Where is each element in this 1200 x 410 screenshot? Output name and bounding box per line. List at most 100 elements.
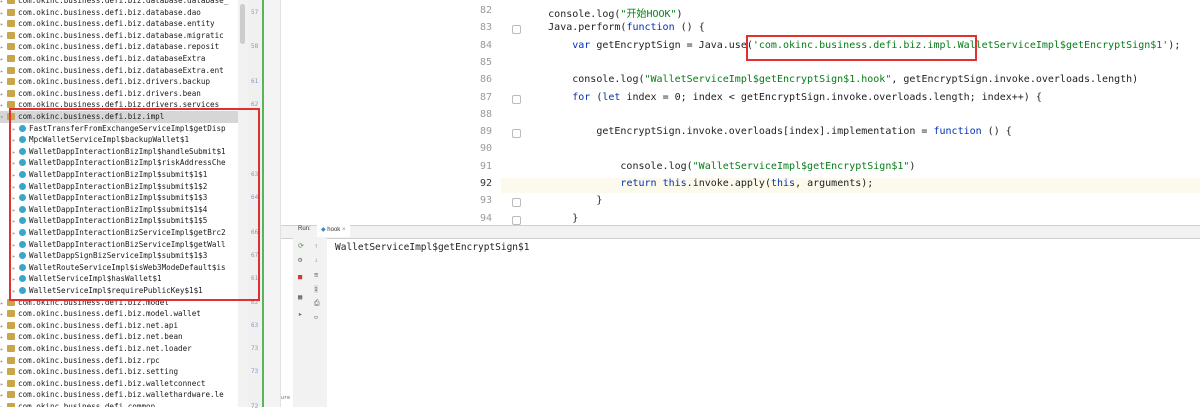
tree-highlight-box	[9, 108, 260, 301]
package-icon	[7, 333, 15, 341]
side-line-number: 73	[251, 345, 259, 352]
tree-package-item[interactable]: ▸ com.okinc.business.defi.biz.database.da…	[0, 0, 228, 7]
pin-icon[interactable]: ➤	[298, 311, 302, 319]
tree-item-label: com.okinc.business.defi.common	[18, 402, 156, 407]
package-icon	[7, 368, 15, 376]
package-icon	[7, 20, 15, 28]
tree-package-item[interactable]: ▸ com.okinc.business.defi.biz.database.da…	[0, 7, 201, 19]
tree-package-item[interactable]: ▸ com.okinc.business.defi.biz.databaseExt…	[0, 65, 224, 77]
tree-package-item[interactable]: ▸ com.okinc.business.defi.biz.database.re…	[0, 41, 219, 53]
scroll-to-end-icon[interactable]: ↧	[314, 285, 319, 293]
tree-item-label: com.okinc.business.defi.biz.database.dat…	[18, 0, 229, 5]
tree-package-item[interactable]: ▸ com.okinc.business.defi.biz.walletconne…	[0, 378, 205, 390]
panel-divider[interactable]	[264, 0, 281, 407]
tree-item-label: com.okinc.business.defi.biz.drivers.back…	[18, 77, 211, 87]
tree-item-label: com.okinc.business.defi.biz.wallethardwa…	[18, 390, 224, 400]
line-number: 85	[479, 56, 492, 68]
line-number: 84	[479, 39, 492, 51]
tree-item-label: com.okinc.business.defi.biz.setting	[18, 367, 179, 377]
code-line[interactable]: }	[500, 195, 602, 206]
soft-wrap-icon[interactable]: ≡	[314, 271, 318, 279]
tree-package-item[interactable]: ▸ com.okinc.business.defi.common	[0, 401, 155, 407]
run-tab-hook[interactable]: ◆ hook ×	[317, 225, 350, 237]
tree-item-label: com.okinc.business.defi.biz.net.api	[18, 320, 179, 330]
side-line-number: 57	[251, 8, 259, 16]
tree-package-item[interactable]: ▸ com.okinc.business.defi.biz.model.walle…	[0, 308, 201, 320]
run-output: WalletServiceImpl$getEncryptSign$1	[335, 242, 530, 253]
package-icon	[7, 379, 15, 387]
package-icon	[7, 310, 15, 318]
tree-item-label: com.okinc.business.defi.biz.drivers.bean	[18, 88, 201, 98]
layout-icon[interactable]: ▦	[298, 293, 302, 301]
line-number: 92	[479, 178, 492, 189]
line-number: 82	[479, 5, 492, 16]
package-icon	[7, 78, 15, 86]
line-number: 90	[479, 143, 492, 155]
line-number: 88	[479, 108, 492, 120]
wrench-icon[interactable]: ⚙	[298, 256, 302, 264]
run-toolbar	[281, 225, 1200, 239]
trash-icon[interactable]: ▫	[314, 313, 318, 321]
side-line-number: 63	[251, 321, 259, 329]
tree-item-label: com.okinc.business.defi.biz.database.mig…	[18, 30, 224, 40]
line-number: 89	[479, 126, 492, 138]
side-line-number: 73	[251, 368, 259, 376]
line-number: 86	[479, 74, 492, 86]
chevron-down-icon[interactable]: ▾	[0, 112, 7, 124]
package-icon	[7, 321, 15, 329]
line-number: 91	[479, 160, 492, 172]
tree-item-label: com.okinc.business.defi.biz.database.dao	[18, 7, 201, 17]
code-line[interactable]: console.log("WalletServiceImpl$getEncryp…	[500, 74, 1138, 85]
stop-icon[interactable]: ■	[298, 273, 302, 281]
tree-item-label: com.okinc.business.defi.biz.databaseExtr…	[18, 54, 206, 63]
tree-package-item[interactable]: ▸ com.okinc.business.defi.biz.net.loader	[0, 343, 192, 355]
side-line-number: 61	[251, 78, 259, 86]
tree-scrollbar-thumb[interactable]	[240, 4, 245, 44]
package-icon	[7, 403, 15, 407]
run-label: Run:	[298, 226, 311, 232]
tree-item-label: com.okinc.business.defi.biz.rpc	[18, 355, 160, 365]
tree-item-label: com.okinc.business.defi.biz.databaseExtr…	[18, 65, 224, 75]
up-icon[interactable]: ↑	[314, 242, 318, 250]
package-icon	[7, 66, 15, 74]
package-icon	[7, 31, 15, 39]
tree-package-item[interactable]: ▸ com.okinc.business.defi.biz.databaseExt…	[0, 53, 205, 65]
tree-item-label: com.okinc.business.defi.biz.database.ent…	[18, 19, 215, 29]
print-icon[interactable]: ⎙	[314, 299, 320, 308]
tree-item-label: com.okinc.business.defi.biz.model.wallet	[18, 309, 201, 319]
package-icon	[7, 345, 15, 352]
package-icon	[7, 8, 15, 16]
package-icon	[7, 0, 15, 4]
tree-package-item[interactable]: ▸ com.okinc.business.defi.biz.drivers.bea…	[0, 88, 201, 100]
tree-package-item[interactable]: ▸ com.okinc.business.defi.biz.drivers.bac…	[0, 76, 210, 88]
package-icon	[7, 55, 15, 62]
code-highlight-box	[746, 35, 977, 61]
rerun-icon[interactable]: ⟳	[298, 242, 304, 250]
close-icon[interactable]: ×	[342, 227, 346, 233]
package-icon	[7, 89, 15, 97]
side-line-number: 58	[251, 43, 259, 51]
chevron-right-icon[interactable]: ▸	[0, 402, 7, 407]
tree-package-item[interactable]: ▸ com.okinc.business.defi.biz.wallethardw…	[0, 389, 224, 401]
tree-item-label: com.okinc.business.defi.biz.walletconnec…	[18, 378, 206, 388]
tree-package-item[interactable]: ▸ com.okinc.business.defi.biz.rpc	[0, 355, 160, 367]
tree-package-item[interactable]: ▸ com.okinc.business.defi.biz.database.en…	[0, 18, 215, 30]
line-number: 93	[479, 195, 492, 207]
code-line[interactable]: console.log("开始HOOK")	[500, 5, 682, 20]
tree-package-item[interactable]: ▸ com.okinc.business.defi.biz.net.api	[0, 320, 178, 332]
code-line[interactable]: Java.perform(function () {	[500, 22, 705, 33]
line-number: 83	[479, 22, 492, 34]
down-icon[interactable]: ↓	[314, 256, 318, 264]
tree-item-label: com.okinc.business.defi.biz.net.loader	[18, 344, 192, 353]
tree-package-item[interactable]: ▸ com.okinc.business.defi.biz.net.bean	[0, 331, 183, 343]
tree-package-item[interactable]: ▸ com.okinc.business.defi.biz.setting	[0, 366, 178, 378]
code-line[interactable]: console.log("WalletServiceImpl$getEncryp…	[500, 161, 915, 172]
package-icon	[7, 391, 15, 399]
code-line[interactable]: }	[500, 213, 578, 224]
package-icon	[7, 43, 15, 51]
tree-package-item[interactable]: ▸ com.okinc.business.defi.biz.database.mi…	[0, 30, 224, 42]
code-line[interactable]: return this.invoke.apply(this, arguments…	[500, 178, 873, 189]
code-line[interactable]: for (let index = 0; index < getEncryptSi…	[500, 92, 1042, 103]
vertical-tool-label: ure	[281, 395, 291, 401]
code-line[interactable]: getEncryptSign.invoke.overloads[index].i…	[500, 126, 1011, 137]
